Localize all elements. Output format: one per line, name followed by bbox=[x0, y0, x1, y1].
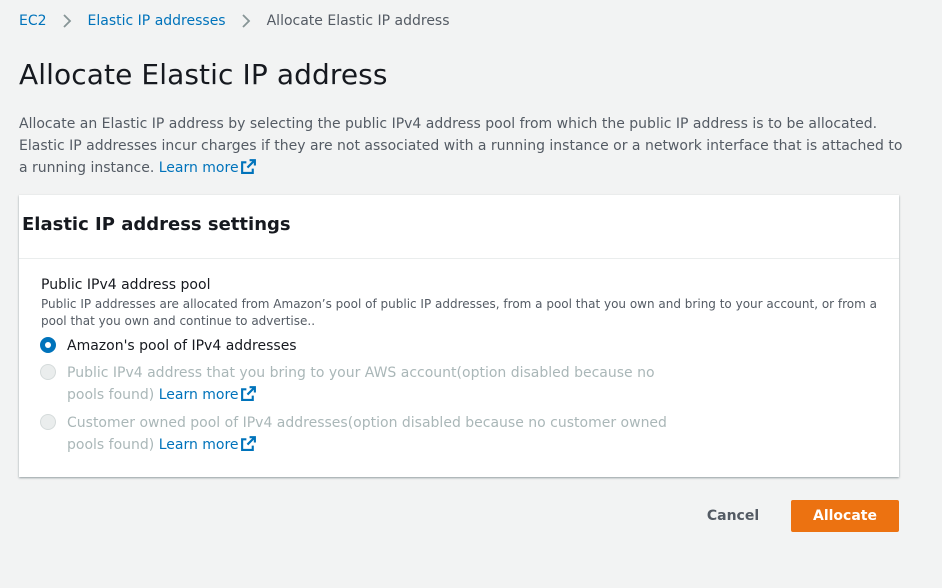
breadcrumb-current: Allocate Elastic IP address bbox=[266, 13, 450, 29]
radio-label-text: Public IPv4 address that you bring to yo… bbox=[67, 365, 655, 403]
panel-title: Elastic IP address settings bbox=[22, 214, 291, 235]
breadcrumb-ec2[interactable]: EC2 bbox=[19, 13, 47, 29]
cancel-button[interactable]: Cancel bbox=[688, 500, 778, 532]
radio-option-customer-owned-pool: Customer owned pool of IPv4 addresses(op… bbox=[40, 412, 667, 456]
learn-more-label: Learn more bbox=[158, 387, 239, 403]
breadcrumb-elastic-ip-addresses[interactable]: Elastic IP addresses bbox=[88, 13, 226, 29]
external-link-icon bbox=[240, 159, 256, 174]
learn-more-link[interactable]: Learn more bbox=[158, 159, 257, 176]
radio-label: Amazon's pool of IPv4 addresses bbox=[67, 338, 297, 354]
external-link-icon bbox=[240, 436, 256, 451]
radio-label-text: Customer owned pool of IPv4 addresses(op… bbox=[67, 415, 667, 453]
radio-label-disabled: Public IPv4 address that you bring to yo… bbox=[67, 362, 667, 406]
chevron-right-icon bbox=[62, 14, 71, 28]
learn-more-link[interactable]: Learn more bbox=[158, 436, 257, 453]
page-description: Allocate an Elastic IP address by select… bbox=[19, 113, 909, 179]
learn-more-label: Learn more bbox=[158, 437, 239, 453]
radio-label-disabled: Customer owned pool of IPv4 addresses(op… bbox=[67, 412, 667, 456]
radio-button-disabled bbox=[40, 364, 56, 380]
page-title: Allocate Elastic IP address bbox=[19, 58, 388, 91]
radio-button-disabled bbox=[40, 414, 56, 430]
pool-field-description: Public IP addresses are allocated from A… bbox=[41, 297, 878, 328]
radio-option-amazon-pool[interactable]: Amazon's pool of IPv4 addresses bbox=[40, 335, 297, 357]
breadcrumb: EC2 Elastic IP addresses Allocate Elasti… bbox=[19, 13, 450, 29]
external-link-icon bbox=[240, 386, 256, 401]
allocate-button[interactable]: Allocate bbox=[791, 500, 899, 532]
pool-field-label: Public IPv4 address pool bbox=[41, 277, 211, 293]
learn-more-label: Learn more bbox=[158, 160, 239, 176]
page-description-text: Allocate an Elastic IP address by select… bbox=[19, 116, 903, 176]
radio-button-selected[interactable] bbox=[40, 337, 56, 353]
learn-more-link[interactable]: Learn more bbox=[158, 386, 257, 403]
chevron-right-icon bbox=[241, 14, 250, 28]
radio-option-byoip-pool: Public IPv4 address that you bring to yo… bbox=[40, 362, 667, 406]
